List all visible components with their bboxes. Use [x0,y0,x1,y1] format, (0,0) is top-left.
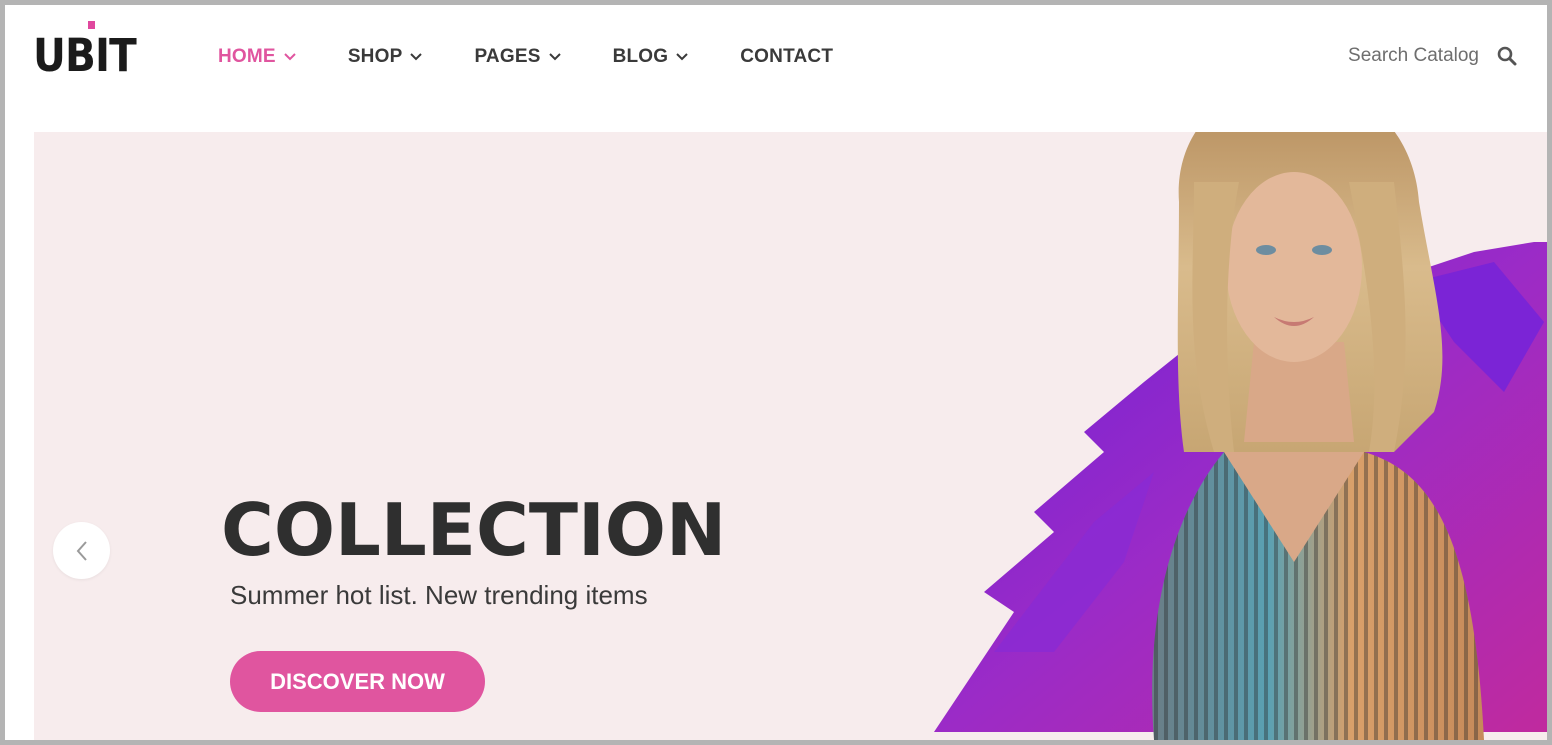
site-logo[interactable]: UBIT [33,21,137,83]
logo-dot [88,21,95,29]
nav-item-blog[interactable]: BLOG [613,46,689,68]
nav-item-contact[interactable]: CONTACT [740,46,833,68]
model-photo [934,132,1547,740]
main-nav: HOME SHOP PAGES BLOG CONTACT [218,43,885,71]
nav-item-pages[interactable]: PAGES [474,46,561,68]
chevron-down-icon [284,53,296,61]
nav-item-shop[interactable]: SHOP [348,46,423,68]
nav-item-label: BLOG [612,46,669,67]
chevron-down-icon [548,53,561,61]
search-icon[interactable] [1497,46,1517,66]
nav-item-label: CONTACT [740,46,834,67]
hero-headline: COLLECTION [221,488,727,572]
chevron-down-icon [676,53,688,61]
nav-item-label: HOME [218,46,276,67]
search-input[interactable] [1329,45,1479,67]
nav-item-label: PAGES [474,46,541,67]
browser-viewport: UBIT HOME SHOP PAGES BLOG CONTACT Search… [5,5,1547,740]
hero-subheadline: Summer hot list. New trending items [230,580,648,610]
logo-text: UBIT [33,29,137,82]
slider-prev-button[interactable] [53,522,110,579]
nav-item-label: SHOP [347,46,403,67]
chevron-left-icon [76,540,87,561]
discover-now-button[interactable]: DISCOVER NOW [230,651,485,712]
hero-slider: COLLECTION Summer hot list. New trending… [34,132,1547,740]
search-bar [1329,45,1517,67]
nav-item-home[interactable]: HOME [218,46,296,68]
chevron-down-icon [410,53,423,61]
